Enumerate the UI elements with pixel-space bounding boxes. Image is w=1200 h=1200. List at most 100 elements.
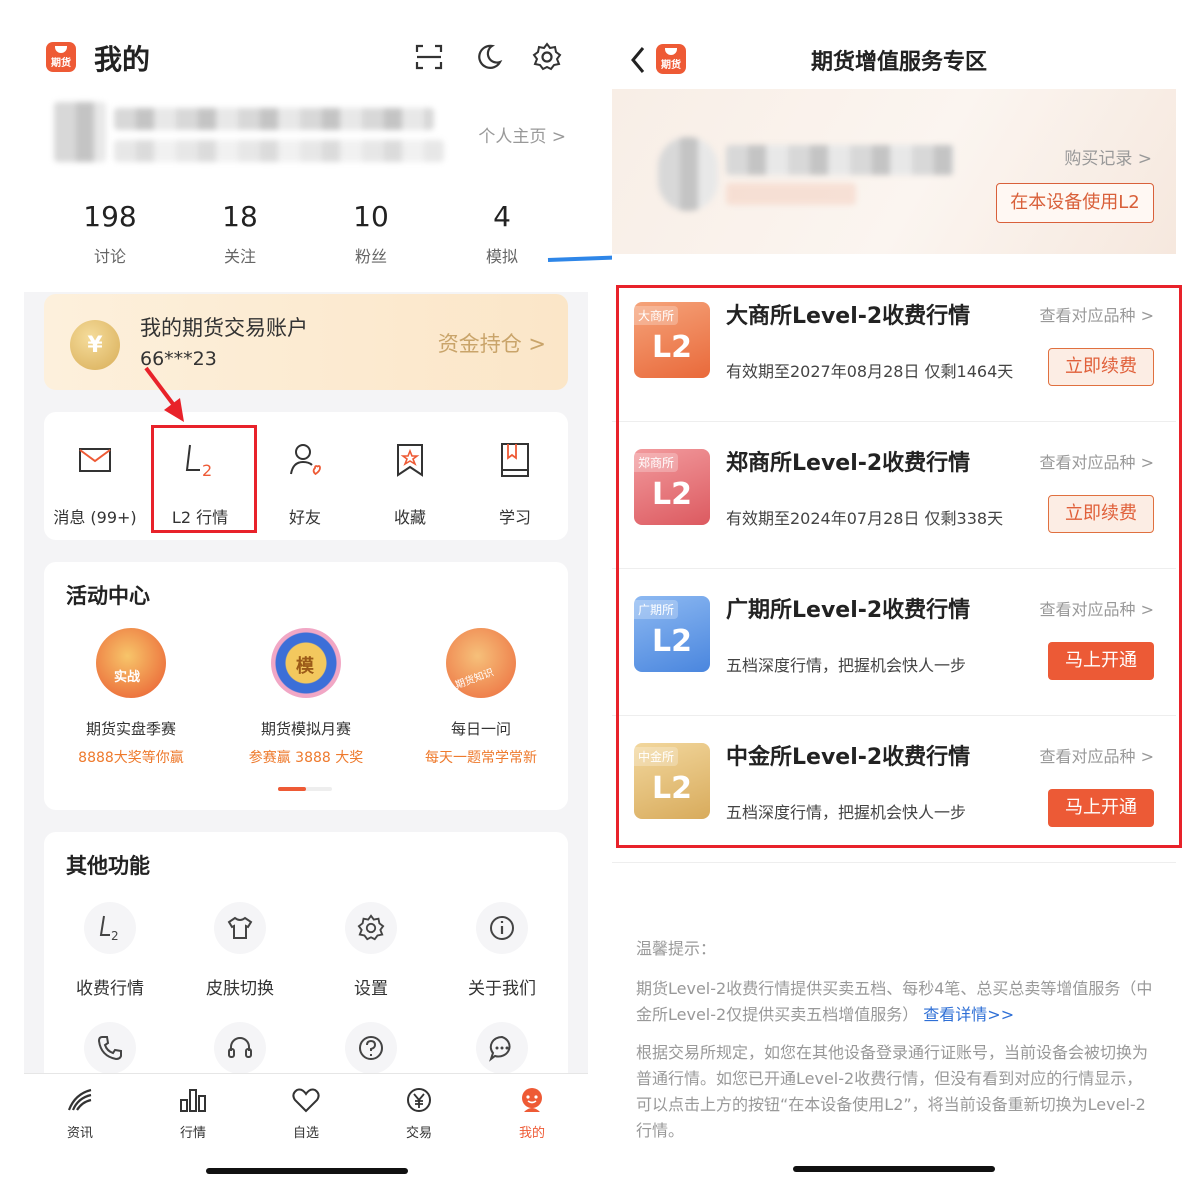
activity-subtitle: 每天一题常学常新 [425, 750, 537, 766]
tips-paragraph-1: 期货Level-2收费行情提供买卖五档、每秒4笔、总买总卖等增值服务（中金所Le… [636, 976, 1158, 1028]
account-title: 我的期货交易账户 [140, 316, 308, 340]
chat-icon [476, 1022, 528, 1074]
avatar [658, 137, 718, 211]
function-feedback[interactable] [442, 1022, 562, 1074]
notebook-badge-icon: 期货知识 [446, 628, 516, 698]
other-functions-title: 其他功能 [66, 854, 150, 878]
book-icon [501, 443, 529, 477]
quick-item-favorites[interactable]: 收藏 [359, 440, 461, 528]
gear-icon [345, 902, 397, 954]
stat-label: 讨论 [93, 247, 126, 266]
stat-simulation[interactable]: 4 模拟 [442, 200, 562, 267]
personal-homepage-link[interactable]: 个人主页 > [478, 122, 566, 147]
futures-account-card[interactable]: ¥ 我的期货交易账户 66***23 资金持仓 > [44, 294, 568, 390]
night-mode-icon[interactable] [474, 42, 504, 72]
quick-item-label: 收藏 [393, 508, 426, 527]
mail-icon [79, 448, 111, 472]
activity-name: 期货模拟月赛 [260, 720, 351, 738]
tab-market[interactable]: 行情 [153, 1084, 233, 1141]
tab-watchlist[interactable]: 自选 [266, 1084, 346, 1141]
activity-daily-question[interactable]: 期货知识 每日一问 每天一题常学常新 [396, 628, 566, 767]
function-settings[interactable]: 设置 [311, 902, 431, 999]
scan-icon[interactable] [414, 42, 444, 72]
user-tag-blurred [726, 183, 856, 205]
stat-following[interactable]: 18 关注 [180, 200, 300, 267]
stat-value: 18 [222, 200, 258, 233]
tab-label: 行情 [179, 1126, 206, 1141]
avatar[interactable] [54, 102, 106, 162]
news-icon [40, 1084, 120, 1116]
activity-center-card: 活动中心 实战 期货实盘季赛 8888大奖等你赢 模 期货模拟月赛 参赛赢 38… [44, 562, 568, 810]
function-help[interactable] [311, 1022, 431, 1074]
l2-services-highlight-box [616, 285, 1182, 848]
divider [612, 862, 1176, 863]
info-icon [476, 902, 528, 954]
purchase-record-link[interactable]: 购买记录 > [1064, 144, 1152, 169]
medal-badge-icon: 模 [271, 628, 341, 698]
headset-icon [214, 1022, 266, 1074]
function-customer-service[interactable] [180, 1022, 300, 1074]
quick-item-label: 好友 [288, 508, 321, 527]
chart-icon [153, 1084, 233, 1116]
home-indicator[interactable] [206, 1168, 408, 1174]
activity-name: 期货实盘季赛 [85, 720, 176, 738]
page-title: 期货增值服务专区 [810, 50, 987, 75]
mine-icon [492, 1084, 572, 1116]
stat-value: 198 [83, 200, 137, 233]
badge-text: 期货知识 [454, 667, 496, 692]
tab-news[interactable]: 资讯 [40, 1084, 120, 1141]
username-blurred [726, 145, 954, 175]
left-screen-my-page: 期货 我的 个人主页 > 198 讨论 18 关注 10 粉丝 4 模拟 ¥ 我的期货交… [24, 0, 588, 1200]
funds-positions-link[interactable]: 资金持仓 > [438, 328, 546, 358]
function-label: 收费行情 [76, 979, 144, 999]
user-banner: 购买记录 > 在本设备使用L2 [612, 89, 1176, 254]
stat-followers[interactable]: 10 粉丝 [311, 200, 431, 267]
settings-gear-icon[interactable] [532, 42, 562, 72]
app-logo: 期货 [46, 42, 76, 72]
friend-icon [290, 444, 321, 476]
tips-title: 温馨提示： [636, 939, 717, 958]
stat-label: 粉丝 [354, 247, 387, 266]
activity-subtitle: 参赛赢 3888 大奖 [248, 750, 364, 766]
use-l2-on-device-button[interactable]: 在本设备使用L2 [996, 183, 1154, 223]
yen-coin-icon: ¥ [70, 320, 120, 370]
badge-text: 实战 [114, 670, 141, 685]
stat-value: 4 [493, 200, 511, 233]
view-details-link[interactable]: 查看详情>> [923, 1005, 1014, 1024]
stat-label: 模拟 [485, 247, 518, 266]
phone-icon [84, 1022, 136, 1074]
quick-item-label: 消息 (99+) [53, 508, 137, 527]
tips-paragraph-2: 根据交易所规定，如您在其他设备登录通行证账号，当前设备会被切换为普通行情。如您已… [636, 1043, 1149, 1140]
page-title: 我的 [94, 43, 151, 76]
function-label: 皮肤切换 [206, 979, 274, 999]
bookmark-icon [397, 444, 423, 477]
quick-item-messages[interactable]: 消息 (99+) [44, 440, 146, 528]
help-icon [345, 1022, 397, 1074]
other-functions-card: 其他功能 2 收费行情 皮肤切换 设置 关于我们 [44, 832, 568, 1092]
home-indicator[interactable] [793, 1166, 995, 1172]
function-phone[interactable] [50, 1022, 170, 1074]
quick-item-learning[interactable]: 学习 [464, 440, 566, 528]
tab-trade[interactable]: 交易 [379, 1084, 459, 1141]
stat-discussions[interactable]: 198 讨论 [50, 200, 170, 267]
function-skin-switch[interactable]: 皮肤切换 [180, 902, 300, 999]
tab-mine[interactable]: 我的 [492, 1084, 572, 1141]
activity-name: 每日一问 [450, 720, 511, 738]
bottom-tab-bar: 资讯 行情 自选 交易 我的 [24, 1073, 588, 1200]
heart-icon [266, 1084, 346, 1116]
activity-simulation-monthly[interactable]: 模 期货模拟月赛 参赛赢 3888 大奖 [221, 628, 391, 767]
function-about-us[interactable]: 关于我们 [442, 902, 562, 999]
stat-value: 10 [353, 200, 389, 233]
activity-real-season[interactable]: 实战 期货实盘季赛 8888大奖等你赢 [46, 628, 216, 767]
function-paid-market[interactable]: 2 收费行情 [50, 902, 170, 999]
quick-actions-card: 消息 (99+) 2 L2 行情 好友 收藏 学习 [44, 412, 568, 540]
tab-label: 自选 [292, 1126, 319, 1141]
yen-icon [379, 1084, 459, 1116]
tab-label: 资讯 [66, 1126, 93, 1141]
trophy-badge-icon: 实战 [96, 628, 166, 698]
l2-icon: 2 [84, 902, 136, 954]
function-label: 关于我们 [468, 979, 536, 999]
username-blurred [114, 108, 434, 130]
quick-item-friends[interactable]: 好友 [254, 440, 356, 528]
badge-text: 模 [296, 656, 314, 677]
